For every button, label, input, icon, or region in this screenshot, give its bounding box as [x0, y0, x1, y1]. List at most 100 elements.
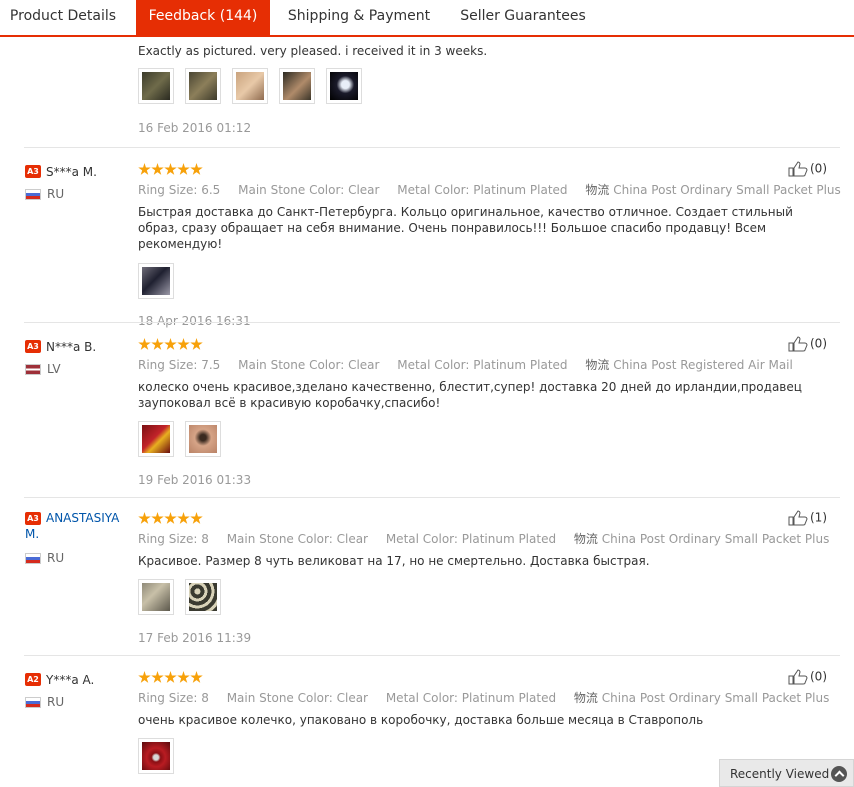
ring-size-value: 7.5: [201, 358, 221, 372]
star-icon: [138, 163, 151, 175]
reviewer-info: A3 ANASTASIYA M. RU: [25, 510, 125, 565]
reviewer-name: S***a M.: [46, 164, 97, 179]
ring-size-value: 6.5: [201, 183, 221, 197]
helpful-button[interactable]: (0): [788, 669, 827, 685]
ring-size-label: Ring Size:: [138, 183, 198, 197]
star-icon: [164, 512, 177, 524]
star-icon: [190, 338, 203, 350]
reviewer-country: RU: [25, 695, 125, 709]
flag-icon: [25, 697, 41, 708]
star-icon: [151, 671, 164, 683]
review-date: 18 Apr 2016 16:31: [138, 314, 251, 328]
ring-size-value: 8: [201, 532, 209, 546]
reviewer-country: RU: [25, 187, 125, 201]
reviewer-country: RU: [25, 551, 125, 565]
reviewer-name: Y***a A.: [46, 672, 95, 687]
review-date: 19 Feb 2016 01:33: [138, 473, 252, 487]
divider: [24, 497, 840, 498]
stone-color-value: Clear: [348, 358, 380, 372]
tab-feedback[interactable]: Feedback (144): [136, 0, 270, 35]
star-icon: [138, 671, 151, 683]
review-photo-thumbnail[interactable]: [138, 579, 174, 615]
star-icon: [138, 512, 151, 524]
star-rating: [138, 669, 828, 683]
review-photo-thumbnail[interactable]: [185, 421, 222, 457]
review-photos: [138, 68, 828, 106]
shipping-method: China Post Registered Air Mail: [613, 358, 793, 372]
metal-color-value: Platinum Plated: [461, 532, 557, 546]
review-photo-thumbnail[interactable]: [326, 68, 363, 104]
star-icon: [164, 163, 177, 175]
buyer-level-badge: A2: [25, 673, 41, 686]
logistics-label: 物流: [585, 358, 610, 372]
review-photos: [138, 263, 828, 301]
review-photo-thumbnail[interactable]: [138, 738, 174, 774]
tab-seller-guarantees[interactable]: Seller Guarantees: [448, 0, 598, 35]
thumbs-up-icon: [788, 510, 808, 526]
tab-product-details[interactable]: Product Details: [0, 0, 126, 35]
helpful-count: (0): [810, 161, 827, 176]
star-icon: [151, 512, 164, 524]
helpful-count: (0): [810, 336, 827, 351]
helpful-button[interactable]: (0): [788, 161, 827, 177]
review-photo-thumbnail[interactable]: [279, 68, 316, 104]
stone-color-label: Main Stone Color:: [226, 691, 333, 705]
order-attributes: Ring Size: 8 Main Stone Color: Clear Met…: [138, 530, 830, 547]
order-attributes: Ring Size: 8 Main Stone Color: Clear Met…: [138, 689, 830, 706]
star-icon: [190, 163, 203, 175]
recently-viewed-button[interactable]: Recently Viewed: [719, 759, 854, 787]
metal-color-value: Platinum Plated: [473, 358, 568, 372]
order-attributes: Ring Size: 6.5 Main Stone Color: Clear M…: [138, 181, 841, 198]
tab-bar: Product Details Feedback (144) Shipping …: [0, 0, 854, 37]
recently-viewed-label: Recently Viewed: [730, 767, 830, 781]
reviewer-info: A2 Y***a A. RU: [25, 669, 125, 709]
star-rating: [138, 510, 828, 524]
star-icon: [177, 671, 190, 683]
helpful-button[interactable]: (1): [788, 510, 827, 526]
review-photo-thumbnail[interactable]: [185, 579, 222, 615]
metal-color-label: Metal Color:: [385, 691, 458, 705]
reviewer-country: LV: [25, 362, 125, 376]
star-icon: [190, 671, 203, 683]
thumbs-up-icon: [788, 669, 808, 685]
review-text: колеско очень красивое,зделано качествен…: [138, 380, 802, 410]
review-photo-thumbnail[interactable]: [185, 68, 222, 104]
review-photos: [138, 579, 828, 617]
star-icon: [151, 163, 164, 175]
order-attributes: Ring Size: 7.5 Main Stone Color: Clear M…: [138, 356, 828, 373]
buyer-level-badge: A3: [25, 165, 41, 178]
star-icon: [177, 338, 190, 350]
stone-color-label: Main Stone Color:: [238, 358, 345, 372]
shipping-method: China Post Ordinary Small Packet Plus: [601, 691, 830, 705]
shipping-method: China Post Ordinary Small Packet Plus: [601, 532, 830, 546]
review-date: 16 Feb 2016 01:12: [138, 121, 252, 135]
review-photos: [138, 421, 828, 459]
review-photo-thumbnail[interactable]: [138, 421, 174, 457]
review-text: Красивое. Размер 8 чуть великоват на 17,…: [138, 554, 650, 568]
country-code: LV: [47, 362, 61, 376]
flag-icon: [25, 553, 41, 564]
ring-size-label: Ring Size:: [138, 532, 198, 546]
star-rating: [138, 336, 828, 350]
star-icon: [138, 338, 151, 350]
review-text: Exactly as pictured. very pleased. i rec…: [138, 44, 488, 58]
tab-shipping-payment[interactable]: Shipping & Payment: [280, 0, 438, 35]
review-photo-thumbnail[interactable]: [138, 68, 174, 104]
review-text: очень красивое колечко, упаковано в коро…: [138, 713, 704, 727]
reviewer-info: A3 N***a B. LV: [25, 336, 125, 376]
logistics-label: 物流: [585, 183, 610, 197]
country-code: RU: [47, 187, 65, 201]
reviewer-info: A3 S***a M. RU: [25, 161, 125, 201]
logistics-label: 物流: [573, 532, 598, 546]
helpful-button[interactable]: (0): [788, 336, 827, 352]
review-photo-thumbnail[interactable]: [138, 263, 174, 299]
ring-size-label: Ring Size:: [138, 358, 198, 372]
metal-color-value: Platinum Plated: [461, 691, 557, 705]
star-icon: [164, 338, 177, 350]
stone-color-label: Main Stone Color:: [226, 532, 333, 546]
country-code: RU: [47, 551, 65, 565]
review-photo-thumbnail[interactable]: [232, 68, 269, 104]
star-icon: [190, 512, 203, 524]
metal-color-label: Metal Color:: [385, 532, 458, 546]
divider: [24, 322, 840, 323]
